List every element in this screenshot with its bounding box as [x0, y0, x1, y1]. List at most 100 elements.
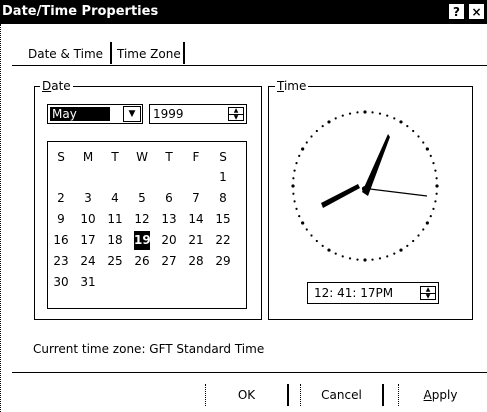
clock-tick [406, 125, 409, 128]
clock-tick [298, 154, 301, 158]
clock-tick [432, 207, 435, 210]
clock-tick [378, 112, 382, 115]
calendar-day[interactable]: 7 [185, 189, 207, 208]
calendar-day[interactable]: 6 [158, 189, 180, 208]
calendar-day[interactable]: 13 [158, 210, 180, 229]
clock-tick [356, 258, 359, 261]
clock-tick [327, 120, 331, 124]
calendar-day[interactable]: 16 [50, 231, 72, 250]
clock-tick [334, 117, 337, 120]
calendar-day[interactable]: 20 [158, 231, 180, 250]
current-time-zone-label: Current time zone: GFT Standard Time [33, 342, 265, 356]
clock-tick [386, 255, 389, 258]
help-button[interactable]: ? [448, 3, 465, 20]
clock-tick [429, 214, 432, 218]
clock-tick [315, 129, 318, 133]
clock-tick [412, 239, 415, 243]
calendar-day[interactable]: 4 [104, 189, 126, 208]
clock-tick [292, 177, 295, 180]
calendar-day[interactable]: 30 [50, 273, 72, 292]
time-spinner[interactable]: 12: 41: 17PM ▲ ▼ [307, 282, 439, 304]
clock-tick [386, 114, 389, 117]
clock-tick [291, 184, 295, 188]
clock-tick [425, 147, 429, 151]
clock-tick [334, 252, 337, 255]
calendar-day[interactable]: 12 [131, 210, 153, 229]
clock-tick [293, 169, 296, 172]
calendar-day[interactable]: 2 [50, 189, 72, 208]
calendar-day[interactable]: 11 [104, 210, 126, 229]
clock-tick [292, 192, 295, 195]
cancel-button[interactable]: Cancel [300, 384, 384, 406]
clock-tick [356, 111, 359, 114]
tab-date-time[interactable]: Date & Time [28, 44, 103, 64]
calendar-day[interactable]: 14 [185, 210, 207, 229]
clock-tick [432, 162, 435, 165]
window-border [0, 24, 1, 412]
window-title: Date/Time Properties [2, 4, 159, 19]
clock-tick [417, 135, 420, 138]
calendar-day[interactable]: 5 [131, 189, 153, 208]
calendar-day[interactable]: 29 [212, 252, 234, 271]
clock-tick [434, 200, 437, 203]
tab-time-zone[interactable]: Time Zone [117, 44, 181, 64]
calendar-day[interactable]: 3 [77, 189, 99, 208]
calendar-day[interactable]: 22 [212, 231, 234, 250]
calendar-day[interactable]: 23 [50, 252, 72, 271]
clock-tick [435, 192, 438, 195]
calendar-day[interactable]: 9 [50, 210, 72, 229]
clock-tick [341, 255, 344, 258]
year-spin-buttons[interactable]: ▲ ▼ [228, 107, 244, 121]
clock-tick [310, 234, 313, 237]
clock-tick [406, 244, 409, 247]
weekday-header: W [136, 150, 148, 164]
tab-date-time-label: Date & Time [28, 47, 104, 61]
apply-button[interactable]: Apply [398, 384, 482, 406]
clock-tick [435, 184, 439, 188]
clock-tick [301, 221, 305, 225]
title-bar: Date/Time Properties ? × [0, 0, 487, 24]
calendar-day[interactable]: 19 [134, 231, 151, 250]
spin-down-icon[interactable]: ▼ [229, 114, 243, 121]
year-spinner[interactable]: 1999 ▲ ▼ [149, 104, 247, 124]
analog-clock [291, 110, 439, 262]
weekday-header: M [82, 150, 94, 164]
clock-tick [363, 258, 367, 262]
ok-button[interactable]: OK [205, 384, 289, 406]
calendar-day[interactable]: 10 [77, 210, 99, 229]
weekday-header: S [57, 150, 65, 164]
calendar-day[interactable]: 26 [131, 252, 153, 271]
calendar-day[interactable]: 21 [185, 231, 207, 250]
clock-tick [348, 257, 352, 260]
calendar-day[interactable]: 28 [185, 252, 207, 271]
calendar-day[interactable]: 18 [104, 231, 126, 250]
calendar-day[interactable]: 31 [77, 273, 99, 292]
weekday-header: S [219, 150, 227, 164]
tab-panel-border [12, 65, 487, 66]
calendar-day[interactable]: 17 [77, 231, 99, 250]
calendar-day[interactable]: 24 [77, 252, 99, 271]
calendar-day[interactable]: 27 [158, 252, 180, 271]
calendar-day[interactable]: 1 [212, 168, 234, 187]
clock-tick [363, 110, 367, 114]
spin-down-icon[interactable]: ▼ [421, 293, 435, 300]
time-spin-buttons[interactable]: ▲ ▼ [420, 286, 436, 300]
calendar-day[interactable]: 8 [212, 189, 234, 208]
calendar-day[interactable]: 25 [104, 252, 126, 271]
clock-tick [399, 248, 403, 252]
time-group-label: Time [275, 79, 309, 93]
month-dropdown[interactable]: May ▼ [47, 104, 143, 124]
clock-tick [327, 248, 331, 252]
calendar-day[interactable]: 15 [212, 210, 234, 229]
clock-tick [378, 257, 382, 260]
chevron-down-icon[interactable]: ▼ [123, 106, 141, 122]
weekday-header: T [111, 150, 119, 164]
date-group-label: Date [40, 79, 73, 93]
clock-tick [435, 177, 438, 180]
clock-tick [295, 162, 298, 165]
year-value: 1999 [153, 107, 184, 121]
clock-tick [417, 234, 420, 237]
minute-hand [321, 184, 360, 208]
close-button[interactable]: × [468, 3, 485, 20]
clock-tick [434, 169, 437, 172]
